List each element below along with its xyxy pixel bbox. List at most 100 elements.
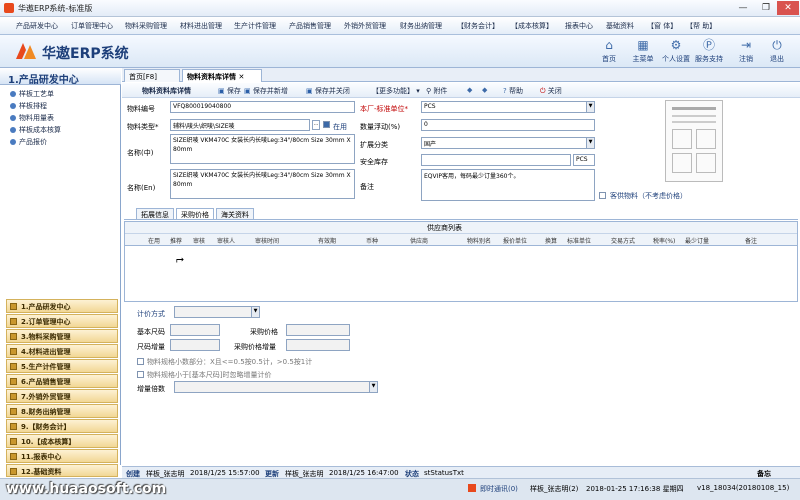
column-header[interactable]: 最少订量: [685, 236, 709, 245]
menu-item[interactable]: 【成本核算】: [511, 21, 553, 31]
maximize-button[interactable]: ❐: [755, 1, 777, 15]
module-button[interactable]: 11.报表中心: [6, 449, 118, 463]
type-browse-button[interactable]: …: [312, 120, 320, 130]
column-header[interactable]: 审核时间: [255, 236, 279, 245]
menu-item[interactable]: 产品销售管理: [289, 21, 331, 31]
move-up-button[interactable]: ◆: [467, 86, 472, 94]
column-header[interactable]: 币种: [366, 236, 378, 245]
menu-item[interactable]: 材料进出管理: [180, 21, 222, 31]
bullet-icon: [10, 127, 16, 133]
module-button[interactable]: 1.产品研发中心: [6, 299, 118, 313]
column-header[interactable]: 物料别名: [467, 236, 491, 245]
tab-extended-info[interactable]: 拓展信息: [136, 208, 174, 219]
safety-stock-field[interactable]: [421, 154, 571, 166]
menu-item[interactable]: 生产计件管理: [234, 21, 276, 31]
sidebar-item[interactable]: 物料用量表: [10, 113, 54, 123]
column-header[interactable]: 交易方式: [611, 236, 635, 245]
ignore-increment-checkbox[interactable]: [137, 371, 144, 378]
module-icon: [10, 423, 17, 430]
name-en-field[interactable]: SIZE织唛 VKM470C 女装长内长唛Leg:34"/80cm Size 3…: [170, 169, 355, 199]
column-header[interactable]: 推荐: [170, 236, 182, 245]
column-header[interactable]: 报价单位: [503, 236, 527, 245]
float-field[interactable]: 0: [421, 119, 595, 131]
exit-button[interactable]: ⏻ 退出: [760, 38, 794, 64]
module-button[interactable]: 4.材料进出管理: [6, 344, 118, 358]
unit-select[interactable]: PCS ▼: [421, 101, 595, 113]
column-header[interactable]: 换算: [545, 236, 557, 245]
column-header[interactable]: 审核: [193, 236, 205, 245]
type-field[interactable]: 辅料\唛头\织唛\SIZE唛: [170, 119, 310, 131]
customer-supply-checkbox[interactable]: [599, 192, 606, 199]
base-size-field[interactable]: [170, 324, 220, 336]
tab-customs[interactable]: 海关资料: [216, 208, 254, 219]
column-header[interactable]: 在用: [148, 236, 160, 245]
module-icon: [10, 438, 17, 445]
column-header[interactable]: 审核人: [217, 236, 235, 245]
tab-purchase-price[interactable]: 采购价格: [176, 208, 214, 219]
menu-item[interactable]: 【窗 体】: [647, 21, 677, 31]
module-button[interactable]: 5.生产计件管理: [6, 359, 118, 373]
menu-item[interactable]: 财务出纳管理: [400, 21, 442, 31]
module-button[interactable]: 9.【财务会计】: [6, 419, 118, 433]
home-button[interactable]: ⌂ 首页: [592, 38, 626, 64]
minimize-button[interactable]: —: [732, 1, 754, 15]
column-header[interactable]: 有效期: [318, 236, 336, 245]
column-header[interactable]: 备注: [745, 236, 757, 245]
module-button[interactable]: 6.产品销售管理: [6, 374, 118, 388]
logout-button[interactable]: ⇥ 注销: [729, 38, 763, 64]
menu-item[interactable]: 报表中心: [565, 21, 593, 31]
module-button[interactable]: 10.【成本核算】: [6, 434, 118, 448]
remark-field[interactable]: EQVIP客用，每码最少订量360个。: [421, 169, 595, 201]
settings-button[interactable]: ⚙ 个人设置: [659, 38, 693, 64]
module-button[interactable]: 2.订单管理中心: [6, 314, 118, 328]
module-button[interactable]: 12.基础资料: [6, 464, 118, 477]
multiplier-select[interactable]: ▼: [174, 381, 378, 393]
close-button[interactable]: ⏻ 关闭: [540, 86, 562, 96]
menu-item[interactable]: 物料采购管理: [125, 21, 167, 31]
tab-material-detail[interactable]: 物料资料库详情 ✕: [182, 69, 262, 82]
safety-unit-field[interactable]: PCS: [573, 154, 595, 166]
tab-home[interactable]: 首页[F8]: [124, 69, 180, 82]
attachment-button[interactable]: ⚲ 附件: [426, 86, 447, 96]
help-button[interactable]: ? 帮助: [503, 86, 523, 96]
supplier-grid-body[interactable]: [124, 246, 798, 302]
more-functions-button[interactable]: 【更多功能】 ▾: [372, 86, 420, 96]
menu-item[interactable]: 【财务会计】: [457, 21, 499, 31]
category-select[interactable]: 国产 ▼: [421, 137, 595, 149]
material-image[interactable]: [665, 100, 723, 182]
module-icon: [10, 408, 17, 415]
decimal-rule-checkbox[interactable]: [137, 358, 144, 365]
name-cn-field[interactable]: SIZE织唛 VKM470C 女装长内长唛Leg:34"/80cm Size 3…: [170, 134, 355, 164]
save-button[interactable]: ▣ 保存: [218, 86, 241, 96]
purchase-price-field[interactable]: [286, 324, 350, 336]
menu-item[interactable]: 外销外贸管理: [344, 21, 386, 31]
price-increment-field[interactable]: [286, 339, 350, 351]
code-field[interactable]: VFQ800019040800: [170, 101, 355, 113]
enabled-checkbox[interactable]: [323, 121, 330, 128]
sidebar-item[interactable]: 样板工艺单: [10, 89, 54, 99]
save-new-button[interactable]: ▣ 保存并新增: [244, 86, 288, 96]
main-menu-button[interactable]: ▦ 主菜单: [626, 38, 660, 64]
module-button[interactable]: 3.物料采购管理: [6, 329, 118, 343]
sidebar-item[interactable]: 产品报价: [10, 137, 47, 147]
instant-message-button[interactable]: 即时通讯(0): [480, 484, 518, 494]
menu-item[interactable]: 【帮 助】: [686, 21, 716, 31]
sidebar-item[interactable]: 样板成本核算: [10, 125, 61, 135]
menu-item[interactable]: 订单管理中心: [71, 21, 113, 31]
close-icon[interactable]: ✕: [238, 73, 244, 81]
column-header[interactable]: 税率(%): [653, 236, 675, 245]
column-header[interactable]: 标准单位: [567, 236, 591, 245]
menu-item[interactable]: 基础资料: [606, 21, 634, 31]
column-header[interactable]: 供应商: [410, 236, 428, 245]
save-close-button[interactable]: ▣ 保存并关闭: [306, 86, 350, 96]
module-button[interactable]: 8.财务出纳管理: [6, 404, 118, 418]
more-functions-label: 【更多功能】: [372, 87, 414, 95]
size-increment-field[interactable]: [170, 339, 220, 351]
module-button[interactable]: 7.外销外贸管理: [6, 389, 118, 403]
support-button[interactable]: Ⓟ 服务支持: [692, 38, 726, 64]
sidebar-item[interactable]: 样板排程: [10, 101, 47, 111]
menu-item[interactable]: 产品研发中心: [16, 21, 58, 31]
pricing-method-select[interactable]: ▼: [174, 306, 260, 318]
move-down-button[interactable]: ◆: [482, 86, 487, 94]
close-window-button[interactable]: ✕: [777, 1, 799, 15]
